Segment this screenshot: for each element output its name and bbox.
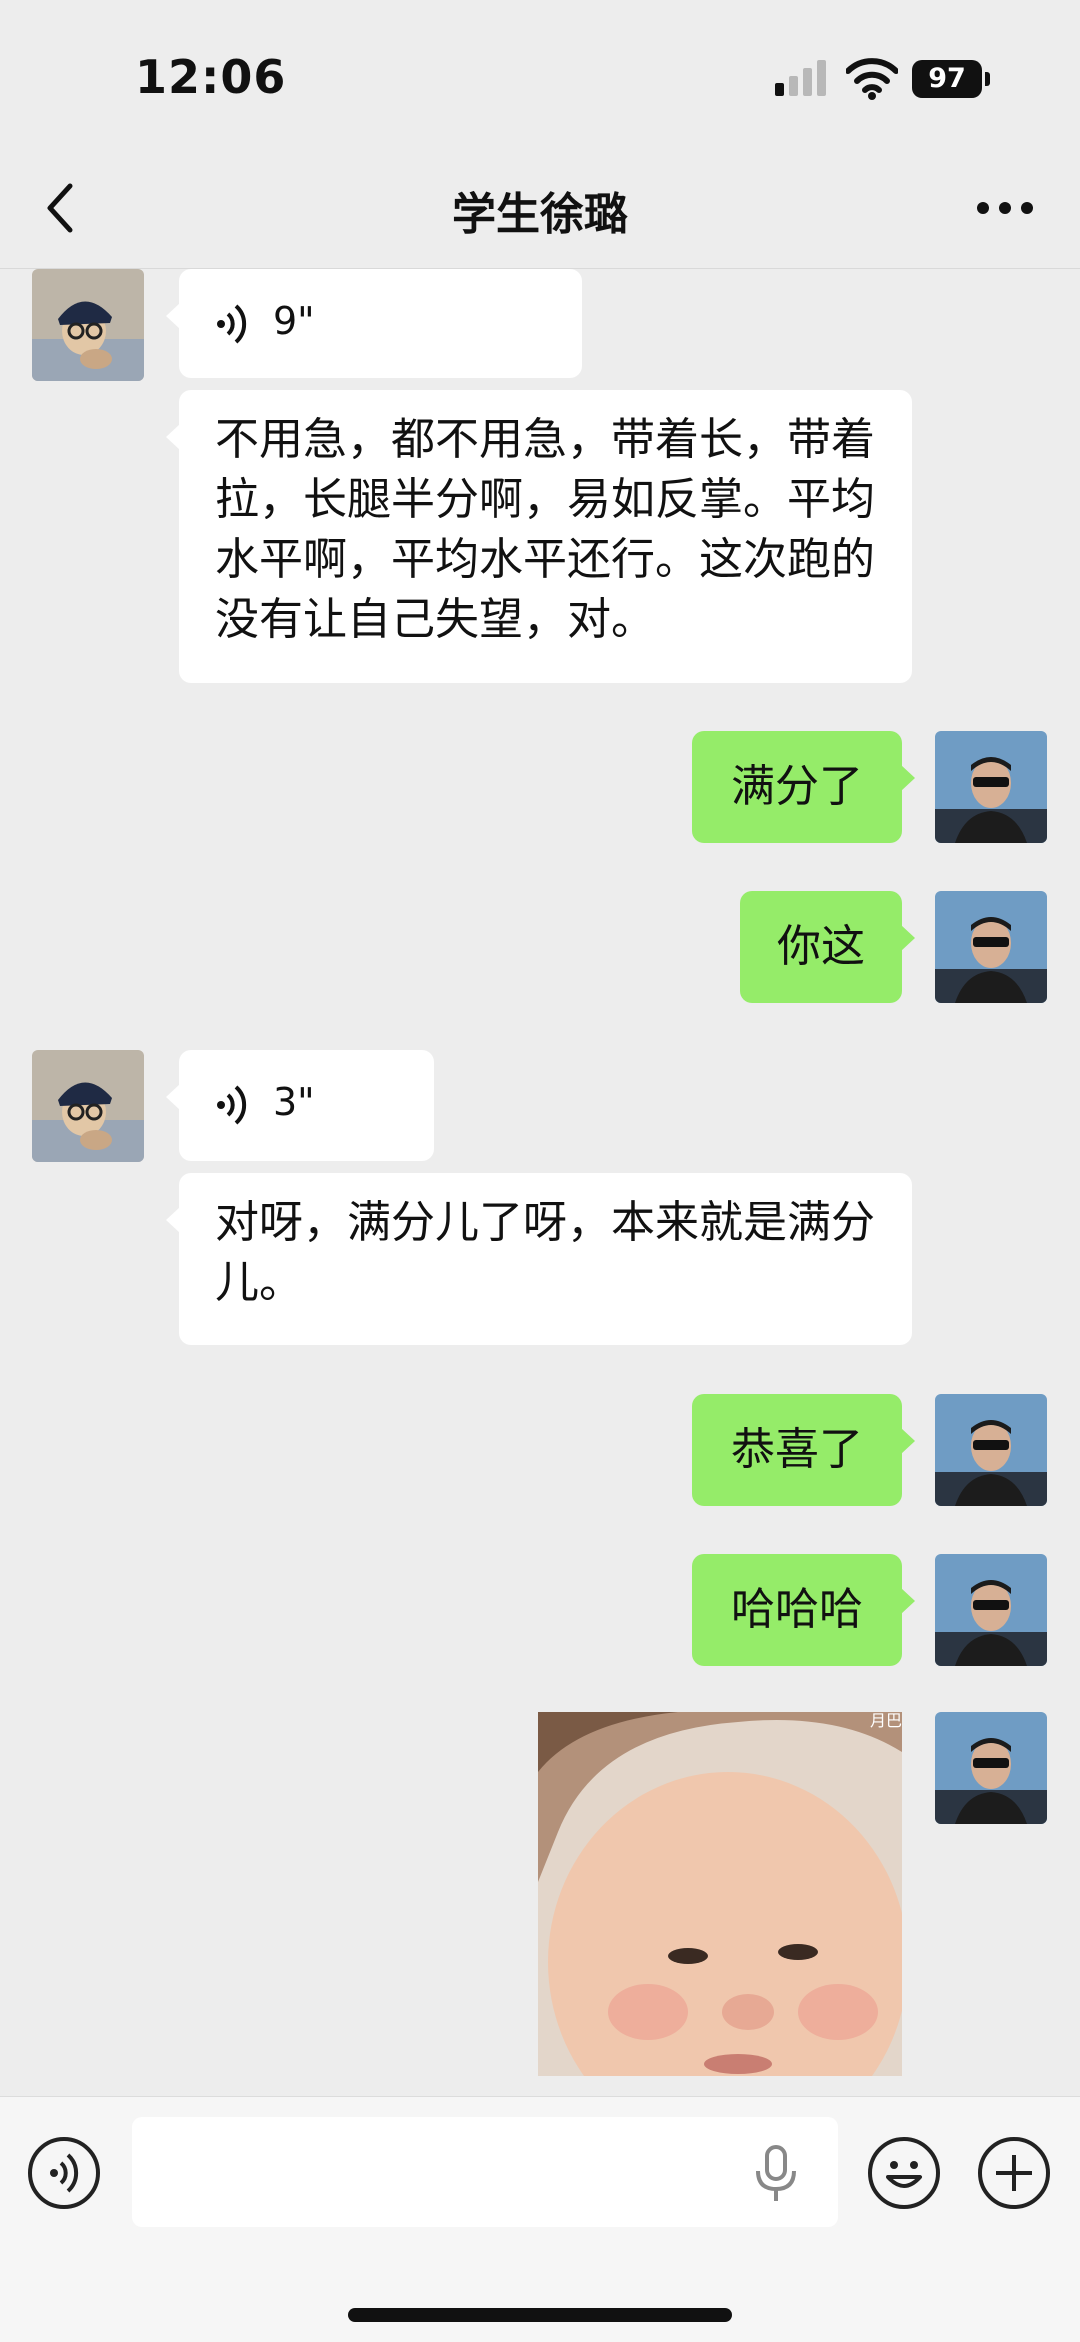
voice-toggle-icon[interactable] xyxy=(28,2137,100,2209)
status-time: 12:06 xyxy=(135,50,287,104)
wifi-icon xyxy=(846,58,898,100)
message-list[interactable]: 9" 不用急，都不用急，带着长，带着拉，长腿半分啊，易如反掌。平均水平啊，平均水… xyxy=(0,269,1080,2095)
more-dots-icon[interactable] xyxy=(975,202,1035,216)
contact-avatar[interactable] xyxy=(32,1050,144,1162)
chat-title: 学生徐璐 xyxy=(452,189,628,240)
my-avatar[interactable] xyxy=(935,731,1047,843)
sent-message[interactable]: 你这 xyxy=(740,891,915,1003)
microphone-icon[interactable] xyxy=(752,2145,800,2203)
baby-face-sticker: 月巴 xyxy=(538,1712,902,2076)
my-avatar[interactable] xyxy=(935,1712,1047,1824)
navigation-bar: 学生徐璐 xyxy=(0,150,1080,269)
sent-message[interactable]: 满分了 xyxy=(692,731,915,843)
home-indicator xyxy=(348,2308,732,2322)
text-message[interactable]: 对呀，满分儿了呀，本来就是满分儿。 xyxy=(166,1173,912,1345)
voice-message[interactable]: 3" xyxy=(166,1050,434,1161)
sent-message[interactable]: 哈哈哈 xyxy=(692,1554,915,1666)
my-avatar[interactable] xyxy=(935,891,1047,1003)
battery-icon: 97 xyxy=(912,60,982,98)
battery-tip xyxy=(985,72,990,86)
contact-avatar[interactable] xyxy=(32,269,144,381)
my-avatar[interactable] xyxy=(935,1554,1047,1666)
message-input[interactable] xyxy=(132,2117,838,2227)
text-message[interactable]: 不用急，都不用急，带着长，带着拉，长腿半分啊，易如反掌。平均水平啊，平均水平还行… xyxy=(166,390,912,683)
message-text: 恭喜了 xyxy=(731,1424,863,1475)
voice-duration: 3" xyxy=(273,1080,315,1124)
input-bar xyxy=(0,2096,1080,2342)
emoji-icon[interactable] xyxy=(868,2137,940,2209)
message-text: 哈哈哈 xyxy=(731,1584,863,1635)
message-text: 满分了 xyxy=(731,761,863,812)
sticker-message[interactable]: 月巴 xyxy=(538,1712,902,2076)
sticker-watermark: 月巴 xyxy=(870,1712,902,1730)
voice-wave-icon xyxy=(217,1085,247,1125)
voice-wave-icon xyxy=(217,304,247,344)
sent-message[interactable]: 恭喜了 xyxy=(692,1394,915,1506)
add-icon[interactable] xyxy=(978,2137,1050,2209)
voice-message[interactable]: 9" xyxy=(166,269,582,378)
status-bar: 12:06 97 xyxy=(0,0,1080,150)
cellular-signal-icon xyxy=(775,60,829,96)
voice-duration: 9" xyxy=(273,299,315,343)
message-text: 你这 xyxy=(777,921,865,972)
my-avatar[interactable] xyxy=(935,1394,1047,1506)
